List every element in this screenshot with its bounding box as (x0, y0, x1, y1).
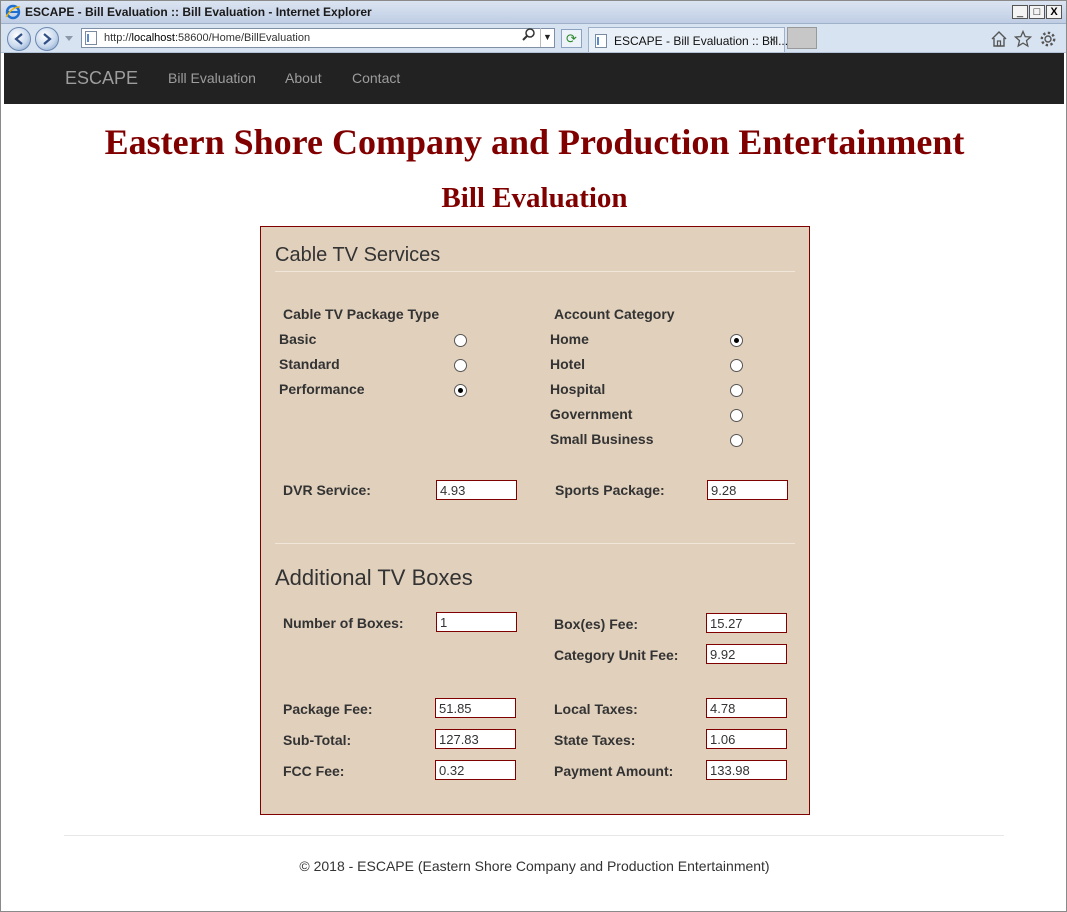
package-label-standard: Standard (279, 356, 340, 372)
internet-explorer-icon (5, 4, 21, 20)
page-icon (85, 31, 97, 45)
arrow-right-icon (43, 33, 52, 45)
maximize-button[interactable]: □ (1029, 5, 1045, 19)
address-url: http://localhost:58600/Home/BillEvaluati… (104, 32, 311, 44)
close-button[interactable]: X (1046, 5, 1062, 19)
tab-page-icon (595, 34, 607, 48)
category-label-government: Government (550, 406, 633, 422)
browser-toolbar: http://localhost:58600/Home/BillEvaluati… (1, 24, 1066, 53)
category-radio-government[interactable] (730, 409, 743, 422)
state-taxes-field[interactable]: 1.06 (706, 729, 787, 749)
number-of-boxes-field[interactable]: 1 (436, 612, 517, 632)
package-label-performance: Performance (279, 381, 365, 397)
title-bar: ESCAPE - Bill Evaluation :: Bill Evaluat… (1, 1, 1066, 24)
category-label-small-business: Small Business (550, 431, 654, 447)
browser-window: ESCAPE - Bill Evaluation :: Bill Evaluat… (0, 0, 1067, 912)
account-category-heading: Account Category (554, 306, 675, 322)
dvr-service-field[interactable]: 4.93 (436, 480, 517, 500)
package-fee-field[interactable]: 51.85 (435, 698, 516, 718)
number-of-boxes-label: Number of Boxes: (283, 615, 404, 631)
nav-link-bill-evaluation[interactable]: Bill Evaluation (168, 70, 256, 86)
payment-amount-label: Payment Amount: (554, 763, 674, 779)
page-title: Bill Evaluation (441, 182, 628, 214)
additional-tv-boxes-heading: Additional TV Boxes (275, 565, 473, 590)
cable-tv-services-heading: Cable TV Services (275, 244, 441, 266)
divider (275, 543, 795, 544)
package-radio-basic[interactable] (454, 334, 467, 347)
package-radio-performance[interactable] (454, 384, 467, 397)
nav-link-contact[interactable]: Contact (352, 70, 400, 86)
new-tab-button[interactable] (787, 27, 817, 49)
back-button[interactable] (7, 27, 31, 51)
search-icon[interactable] (522, 27, 536, 41)
site-navbar: ESCAPE Bill Evaluation About Contact (4, 53, 1064, 104)
minimize-button[interactable]: _ (1012, 5, 1028, 19)
tab-close-icon[interactable]: × (769, 32, 777, 47)
compatibility-refresh-button[interactable]: ⟳ (561, 29, 582, 48)
category-radio-hospital[interactable] (730, 384, 743, 397)
nav-link-about[interactable]: About (285, 70, 322, 86)
fcc-fee-label: FCC Fee: (283, 763, 345, 779)
address-dropdown-icon[interactable]: ▼ (540, 28, 554, 47)
home-icon[interactable] (990, 30, 1008, 48)
local-taxes-label: Local Taxes: (554, 701, 638, 717)
category-label-home: Home (550, 331, 589, 347)
box-fee-label: Box(es) Fee: (554, 616, 639, 632)
address-bar[interactable]: http://localhost:58600/Home/BillEvaluati… (81, 28, 555, 48)
package-label-basic: Basic (279, 331, 317, 347)
box-fee-field[interactable]: 15.27 (706, 613, 787, 633)
state-taxes-label: State Taxes: (554, 732, 636, 748)
package-fee-label: Package Fee: (283, 701, 373, 717)
package-radio-standard[interactable] (454, 359, 467, 372)
tab-label: ESCAPE - Bill Evaluation :: Bill... (614, 34, 789, 48)
company-heading: Eastern Shore Company and Production Ent… (104, 122, 965, 162)
category-label-hotel: Hotel (550, 356, 585, 372)
category-unit-fee-field[interactable]: 9.92 (706, 644, 787, 664)
brand-link[interactable]: ESCAPE (65, 68, 138, 89)
local-taxes-field[interactable]: 4.78 (706, 698, 787, 718)
bill-evaluation-form: Cable TV Services Cable TV Package Type … (260, 226, 810, 815)
forward-button[interactable] (35, 27, 59, 51)
payment-amount-field[interactable]: 133.98 (706, 760, 787, 780)
sub-total-field[interactable]: 127.83 (435, 729, 516, 749)
footer-copyright: © 2018 - ESCAPE (Eastern Shore Company a… (299, 858, 770, 874)
category-unit-fee-label: Category Unit Fee: (554, 647, 679, 663)
arrow-left-icon (14, 33, 23, 45)
history-dropdown-icon[interactable] (65, 36, 73, 42)
divider (275, 271, 795, 272)
category-radio-small-business[interactable] (730, 434, 743, 447)
category-radio-home[interactable] (730, 334, 743, 347)
settings-gear-icon[interactable] (1039, 30, 1057, 48)
footer-divider (64, 835, 1004, 836)
favorites-star-icon[interactable] (1014, 30, 1032, 48)
sports-package-label: Sports Package: (555, 482, 665, 498)
category-radio-hotel[interactable] (730, 359, 743, 372)
window-title: ESCAPE - Bill Evaluation :: Bill Evaluat… (25, 5, 372, 19)
sports-package-field[interactable]: 9.28 (707, 480, 788, 500)
package-type-heading: Cable TV Package Type (283, 306, 440, 322)
category-label-hospital: Hospital (550, 381, 606, 397)
browser-tab[interactable]: ESCAPE - Bill Evaluation :: Bill... × (588, 27, 789, 52)
sub-total-label: Sub-Total: (283, 732, 352, 748)
dvr-service-label: DVR Service: (283, 482, 371, 498)
fcc-fee-field[interactable]: 0.32 (435, 760, 516, 780)
